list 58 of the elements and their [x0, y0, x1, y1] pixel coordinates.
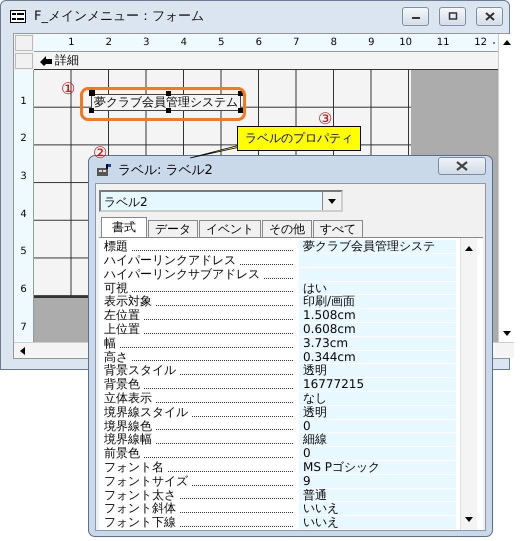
- window-title: F_メインメニュー：フォーム: [34, 8, 205, 25]
- property-value[interactable]: はい: [299, 282, 456, 296]
- property-value[interactable]: 印刷/画面: [299, 295, 456, 310]
- property-name: 境界線スタイル: [104, 406, 188, 420]
- property-value[interactable]: 0.344cm: [299, 350, 456, 364]
- property-name: ハイパーリンクアドレス: [104, 254, 236, 268]
- property-name: 背景色: [104, 378, 140, 392]
- property-name: フォントサイズ: [104, 474, 188, 489]
- property-value[interactable]: 細線: [299, 433, 456, 448]
- property-value[interactable]: なし: [299, 392, 456, 406]
- section-title: 詳細: [55, 52, 79, 69]
- property-name: 幅: [104, 336, 116, 350]
- object-dropdown[interactable]: ラベル2: [99, 190, 343, 212]
- property-name: フォント太さ: [104, 488, 176, 502]
- ruler-number: 3: [20, 170, 27, 184]
- property-name: フォント名: [104, 461, 164, 475]
- ruler-number: 5: [20, 245, 27, 258]
- property-name: 左位置: [104, 309, 140, 323]
- property-name: 前景色: [104, 447, 140, 462]
- property-value[interactable]: 透明: [299, 364, 456, 378]
- property-value[interactable]: 0: [299, 447, 456, 462]
- property-name: 立体表示: [104, 392, 152, 406]
- property-name: 背景スタイル: [104, 364, 176, 378]
- property-value[interactable]: いいえ: [299, 502, 456, 516]
- property-name: 標題: [104, 240, 128, 254]
- property-value[interactable]: 夢クラブ会員管理システ: [299, 240, 456, 254]
- tab[interactable]: すべて: [313, 220, 363, 238]
- property-name: 境界線色: [104, 420, 152, 433]
- step-number: ③: [318, 110, 332, 128]
- property-value[interactable]: いいえ: [299, 516, 456, 530]
- tab[interactable]: 書式: [101, 217, 147, 238]
- property-value[interactable]: 3.73cm: [299, 336, 456, 351]
- property-name: 上位置: [104, 323, 140, 337]
- property-name: 境界線幅: [104, 433, 152, 447]
- tab[interactable]: データ: [148, 220, 198, 238]
- ruler-number: 7: [20, 320, 27, 334]
- property-name: 可視: [104, 282, 128, 295]
- window-title: ラベル: ラベル2: [118, 162, 214, 179]
- tab[interactable]: その他: [262, 220, 312, 238]
- property-value[interactable]: MS Pゴシック: [299, 461, 456, 475]
- property-name: フォント下線: [104, 516, 176, 530]
- property-value[interactable]: 0.608cm: [299, 323, 456, 337]
- ruler-number: 4: [20, 208, 27, 221]
- property-value[interactable]: 0: [299, 420, 456, 434]
- property-value[interactable]: 16777215: [299, 378, 456, 392]
- property-name: フォント斜体: [104, 502, 176, 516]
- section-header[interactable]: 詳細: [34, 52, 498, 70]
- property-value[interactable]: 9: [299, 474, 456, 489]
- ruler-number: 6: [20, 283, 27, 296]
- property-value[interactable]: 普通: [299, 488, 456, 502]
- ruler-number: 2: [20, 132, 27, 146]
- property-name: 表示対象: [104, 295, 152, 309]
- property-value[interactable]: 1.508cm: [299, 309, 456, 324]
- property-name: 高さ: [104, 350, 128, 364]
- property-value[interactable]: 透明: [299, 406, 456, 420]
- ruler-number: 1: [20, 94, 27, 108]
- property-name: ハイパーリンクサブアドレス: [104, 268, 260, 282]
- tab[interactable]: イベント: [199, 220, 261, 238]
